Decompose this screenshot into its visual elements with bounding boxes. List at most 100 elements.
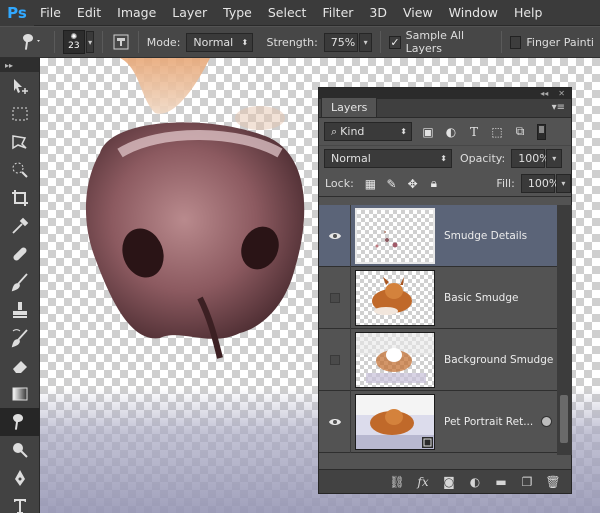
menu-filter[interactable]: Filter <box>316 5 359 20</box>
brush-picker-arrow[interactable]: ▾ <box>85 31 95 53</box>
layer-thumbnail[interactable] <box>355 393 435 450</box>
quick-select-tool[interactable] <box>0 156 40 184</box>
background-thumbnail-art <box>356 332 434 383</box>
visibility-toggle[interactable] <box>319 328 351 391</box>
panel-menu-icon[interactable]: ▾≡ <box>552 102 571 117</box>
fill-slider-arrow[interactable]: ▾ <box>555 174 571 193</box>
scrollbar-thumb[interactable] <box>560 395 568 443</box>
dodge-tool-icon <box>13 443 28 458</box>
layer-row[interactable]: Smudge Details <box>319 204 557 267</box>
brush-tool[interactable] <box>0 268 40 296</box>
menu-select[interactable]: Select <box>262 5 313 20</box>
finger-painting-checkbox[interactable] <box>510 35 522 49</box>
layer-style-icon[interactable]: fx <box>415 474 431 490</box>
layer-thumbnail[interactable] <box>355 269 435 326</box>
opacity-slider-arrow[interactable]: ▾ <box>546 149 563 168</box>
menu-help[interactable]: Help <box>508 5 549 20</box>
eye-icon <box>328 418 341 425</box>
menu-3d[interactable]: 3D <box>363 5 393 20</box>
lock-transparent-pixels-icon[interactable]: ▦ <box>364 177 377 191</box>
filter-kind-dropdown[interactable]: ⌕ Kind ⬍ <box>324 122 412 141</box>
visibility-toggle[interactable] <box>319 390 351 453</box>
shape-filter-icon[interactable]: ⬚ <box>490 125 504 139</box>
brush-panel-icon <box>113 34 129 50</box>
smudge-details-thumbnail-art <box>375 230 398 247</box>
ps-logo[interactable]: Ps <box>0 0 34 26</box>
smart-object-filter-icon[interactable]: ⧉ <box>513 124 527 139</box>
delete-layer-icon[interactable]: 🗑︎ <box>545 474 561 490</box>
adjustment-layer-icon[interactable]: ◐ <box>467 474 483 490</box>
tools-panel-header[interactable]: ▸▸ <box>0 58 39 72</box>
opacity-field[interactable]: 100% <box>511 149 550 168</box>
menu-layer[interactable]: Layer <box>166 5 213 20</box>
add-mask-icon[interactable]: ◙ <box>441 474 457 490</box>
filter-toggle[interactable] <box>537 123 546 140</box>
lock-image-pixels-icon[interactable]: ✎ <box>385 177 398 191</box>
link-layers-icon[interactable]: ⛓ <box>389 474 405 490</box>
history-brush-tool-icon <box>11 329 28 348</box>
tool-preset-picker[interactable] <box>16 30 46 54</box>
pen-tool[interactable] <box>0 464 40 492</box>
menu-image[interactable]: Image <box>111 5 162 20</box>
close-panel-icon[interactable]: ✕ <box>558 89 565 98</box>
layer-name[interactable]: Basic Smudge <box>444 292 518 304</box>
brush-size-value: 23 <box>68 41 80 51</box>
move-tool[interactable] <box>0 72 40 100</box>
new-group-icon[interactable]: ▬ <box>493 474 509 490</box>
lasso-tool[interactable] <box>0 128 40 156</box>
layers-scrollbar[interactable] <box>557 205 572 455</box>
marquee-tool[interactable] <box>0 100 40 128</box>
finger-painting-label: Finger Painti <box>526 35 594 49</box>
layer-row[interactable]: Background Smudge <box>319 328 557 391</box>
lock-position-icon[interactable]: ✥ <box>406 177 419 191</box>
menu-edit[interactable]: Edit <box>71 5 107 20</box>
layer-row[interactable]: Pet Portrait Ret... <box>319 390 557 453</box>
dropdown-arrow-icon: ⬍ <box>440 154 447 163</box>
dropdown-arrow-icon: ⬍ <box>400 127 407 136</box>
crop-tool[interactable] <box>0 184 40 212</box>
menu-file[interactable]: File <box>34 5 67 20</box>
pixel-filter-icon[interactable]: ▣ <box>421 125 435 139</box>
layer-row[interactable]: Basic Smudge <box>319 266 557 329</box>
dodge-tool[interactable] <box>0 436 40 464</box>
sample-all-layers-checkbox[interactable]: ✓ <box>389 35 401 49</box>
new-layer-icon[interactable]: ❐ <box>519 474 535 490</box>
strength-slider-arrow[interactable]: ▾ <box>358 32 373 52</box>
move-tool-icon <box>14 79 28 94</box>
brush-panel-toggle[interactable] <box>111 31 129 53</box>
smudge-tool[interactable] <box>0 408 40 436</box>
menu-window[interactable]: Window <box>443 5 504 20</box>
type-filter-icon[interactable]: T <box>467 125 481 139</box>
brush-tool-icon <box>11 273 28 292</box>
layer-thumbnail[interactable] <box>355 331 435 388</box>
clone-stamp-tool[interactable] <box>0 296 40 324</box>
fill-field[interactable]: 100% <box>520 174 559 193</box>
layer-thumbnail[interactable] <box>355 207 435 264</box>
gradient-tool[interactable] <box>0 380 40 408</box>
lock-all-icon[interactable]: 🔒︎ <box>427 176 440 191</box>
eraser-tool[interactable] <box>0 352 40 380</box>
smart-filter-icon[interactable] <box>541 416 553 427</box>
collapse-icon[interactable]: ◂◂ <box>540 89 548 98</box>
blend-mode-value: Normal <box>331 152 371 165</box>
visibility-toggle[interactable] <box>319 266 351 329</box>
mode-dropdown[interactable]: Normal ⬍ <box>186 32 254 52</box>
eyedropper-tool[interactable] <box>0 212 40 240</box>
type-tool[interactable] <box>0 492 40 513</box>
strength-field[interactable]: 75% <box>323 32 358 52</box>
healing-brush-tool[interactable] <box>0 240 40 268</box>
adjustment-filter-icon[interactable]: ◐ <box>444 125 458 139</box>
layer-name[interactable]: Background Smudge <box>444 354 553 366</box>
layer-name[interactable]: Smudge Details <box>444 230 527 242</box>
tab-layers[interactable]: Layers <box>321 97 378 117</box>
menu-type[interactable]: Type <box>217 5 258 20</box>
layer-name[interactable]: Pet Portrait Ret... <box>444 416 533 428</box>
mode-value: Normal <box>193 35 234 49</box>
blend-mode-dropdown[interactable]: Normal ⬍ <box>324 149 452 168</box>
brush-preset-preview[interactable]: ✺ 23 <box>62 30 85 54</box>
menu-view[interactable]: View <box>397 5 439 20</box>
eraser-tool-icon <box>13 361 27 373</box>
visibility-toggle[interactable] <box>319 204 351 267</box>
search-icon: ⌕ <box>331 124 338 138</box>
history-brush-tool[interactable] <box>0 324 40 352</box>
